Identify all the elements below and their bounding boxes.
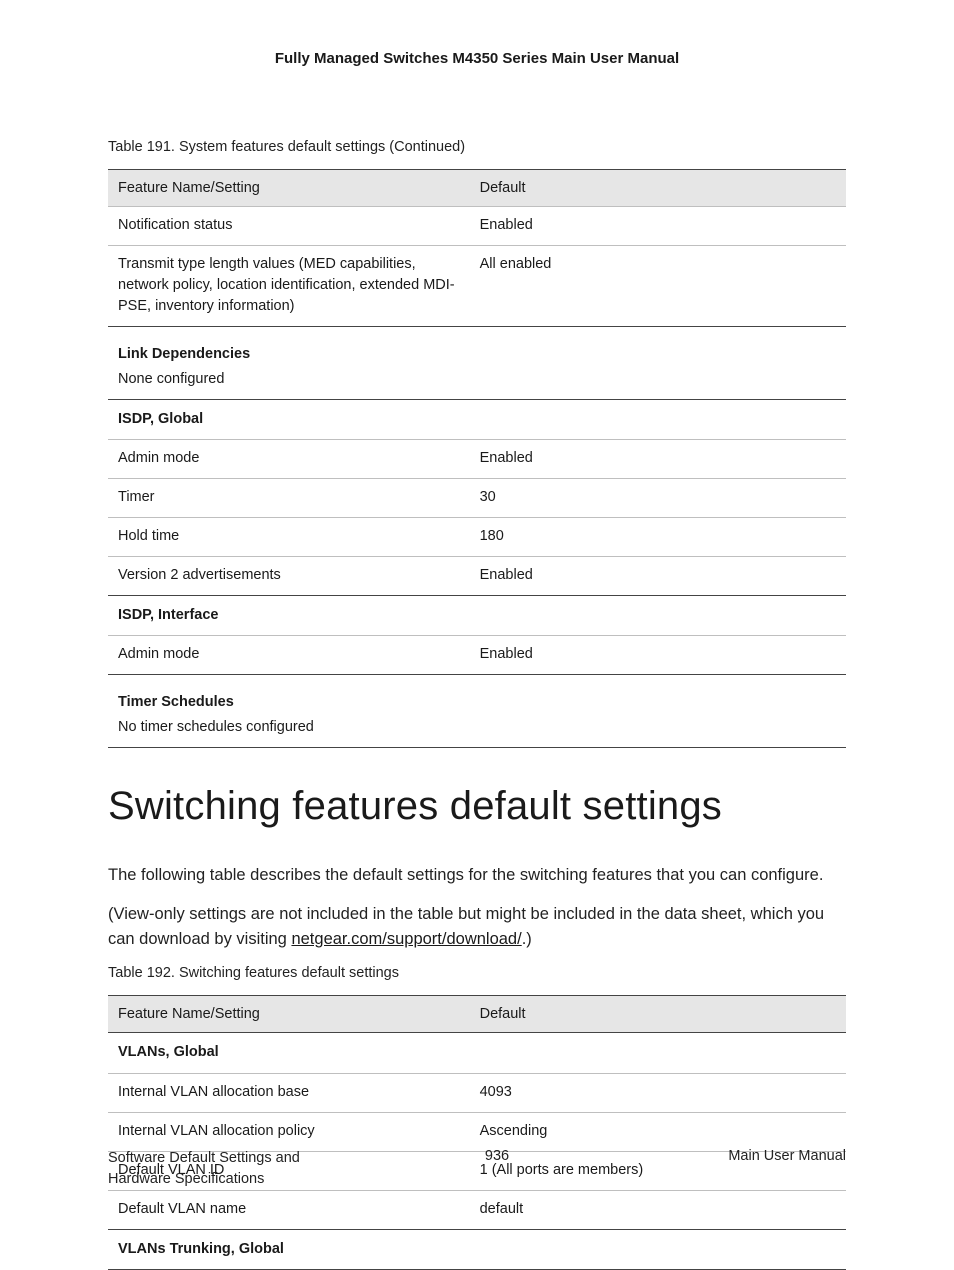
- col-header-feature: Feature Name/Setting: [108, 170, 470, 207]
- para2-suffix: .): [522, 930, 532, 948]
- feature-name-cell: Internal VLAN allocation base: [108, 1073, 470, 1112]
- table-section-row: Timer SchedulesNo timer schedules config…: [108, 675, 846, 748]
- default-value-cell: default: [470, 1190, 846, 1229]
- section-heading: Switching features default settings: [108, 784, 846, 829]
- section-title: VLANs, Global: [108, 1033, 846, 1073]
- table-row: Version 2 advertisementsEnabled: [108, 557, 846, 596]
- default-value-cell: 4093: [470, 1073, 846, 1112]
- table-191: Feature Name/Setting Default Notificatio…: [108, 169, 846, 748]
- feature-name-cell: Hold time: [108, 518, 470, 557]
- col-header-default: Default: [470, 170, 846, 207]
- table-section-row: ISDP, Global: [108, 400, 846, 440]
- section-title: Timer Schedules: [118, 683, 836, 715]
- feature-name-cell: Version 2 advertisements: [108, 557, 470, 596]
- default-value-cell: 180: [470, 518, 846, 557]
- table-row: Hold time180: [108, 518, 846, 557]
- footer-left: Software Default Settings and Hardware S…: [108, 1148, 348, 1192]
- table-row: Default VLAN namedefault: [108, 1190, 846, 1229]
- feature-name-cell: Admin mode: [108, 440, 470, 479]
- page-number: 936: [348, 1148, 646, 1164]
- default-value-cell: Enabled: [470, 557, 846, 596]
- table-section-row: VLANs, Global: [108, 1033, 846, 1073]
- section-subtitle: None configured: [118, 367, 836, 390]
- default-value-cell: 30: [470, 479, 846, 518]
- default-value-cell: All enabled: [470, 246, 846, 327]
- section-subtitle: No timer schedules configured: [118, 715, 836, 738]
- table-section-row: ISDP, Interface: [108, 596, 846, 636]
- table-header-row: Feature Name/Setting Default: [108, 170, 846, 207]
- table-192-caption: Table 192. Switching features default se…: [108, 965, 846, 981]
- table-row: Admin modeEnabled: [108, 440, 846, 479]
- default-value-cell: Enabled: [470, 207, 846, 246]
- feature-name-cell: Timer: [108, 479, 470, 518]
- table-row: Notification statusEnabled: [108, 207, 846, 246]
- table-row: Transmit type length values (MED capabil…: [108, 246, 846, 327]
- default-value-cell: Enabled: [470, 636, 846, 675]
- table-header-row: Feature Name/Setting Default: [108, 996, 846, 1033]
- paragraph-1: The following table describes the defaul…: [108, 863, 846, 888]
- default-value-cell: Ascending: [470, 1112, 846, 1151]
- col-header-feature: Feature Name/Setting: [108, 996, 470, 1033]
- feature-name-cell: Internal VLAN allocation policy: [108, 1112, 470, 1151]
- table-192: Feature Name/Setting Default VLANs, Glob…: [108, 995, 846, 1269]
- feature-name-cell: Admin mode: [108, 636, 470, 675]
- download-link[interactable]: netgear.com/support/download/: [291, 930, 521, 948]
- feature-name-cell: Default VLAN name: [108, 1190, 470, 1229]
- table-row: Admin modeEnabled: [108, 636, 846, 675]
- table-191-caption: Table 191. System features default setti…: [108, 139, 846, 155]
- section-title: ISDP, Global: [108, 400, 846, 440]
- table-section-row: Link DependenciesNone configured: [108, 327, 846, 400]
- feature-name-cell: Notification status: [108, 207, 470, 246]
- table-section-row: VLANs Trunking, Global: [108, 1229, 846, 1269]
- default-value-cell: Enabled: [470, 440, 846, 479]
- document-title: Fully Managed Switches M4350 Series Main…: [108, 50, 846, 67]
- paragraph-2: (View-only settings are not included in …: [108, 902, 846, 952]
- table-row: Internal VLAN allocation policyAscending: [108, 1112, 846, 1151]
- section-title: ISDP, Interface: [108, 596, 846, 636]
- section-title: VLANs Trunking, Global: [108, 1229, 846, 1269]
- col-header-default: Default: [470, 996, 846, 1033]
- section-title: Link Dependencies: [118, 335, 836, 367]
- page-footer: Software Default Settings and Hardware S…: [108, 1148, 846, 1192]
- footer-right: Main User Manual: [646, 1148, 846, 1164]
- feature-name-cell: Transmit type length values (MED capabil…: [108, 246, 470, 327]
- table-row: Timer30: [108, 479, 846, 518]
- table-row: Internal VLAN allocation base4093: [108, 1073, 846, 1112]
